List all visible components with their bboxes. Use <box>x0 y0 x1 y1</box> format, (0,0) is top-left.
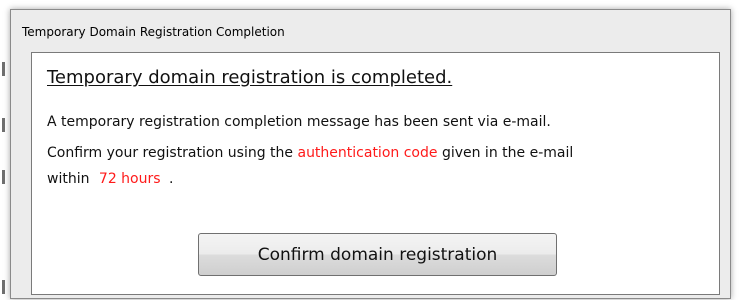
confirm-instruction-line: Confirm your registration using the auth… <box>47 145 573 161</box>
dialog-title: Temporary Domain Registration Completion <box>22 25 285 39</box>
confirm-text-after: given in the e-mail <box>441 145 574 161</box>
within-label: within <box>47 171 90 187</box>
background-edge-mark <box>2 118 5 132</box>
dialog-titlebar[interactable]: Temporary Domain Registration Completion <box>11 10 730 52</box>
background-edge-mark <box>2 62 5 76</box>
message-panel: Temporary domain registration is complet… <box>31 52 720 295</box>
email-sent-notice: A temporary registration completion mess… <box>47 114 551 130</box>
confirm-text-before: Confirm your registration using the <box>47 145 294 161</box>
confirm-domain-registration-button[interactable]: Confirm domain registration <box>198 233 557 276</box>
authentication-code-highlight: authentication code <box>297 145 438 161</box>
deadline-line: within 72 hours . <box>47 171 173 187</box>
deadline-period: . <box>169 171 174 187</box>
background-edge-mark <box>2 170 5 184</box>
background-edge-mark <box>2 280 5 294</box>
completion-heading: Temporary domain registration is complet… <box>47 67 453 88</box>
registration-completion-dialog: Temporary Domain Registration Completion… <box>10 9 731 299</box>
hours-highlight: 72 hours <box>98 171 161 187</box>
